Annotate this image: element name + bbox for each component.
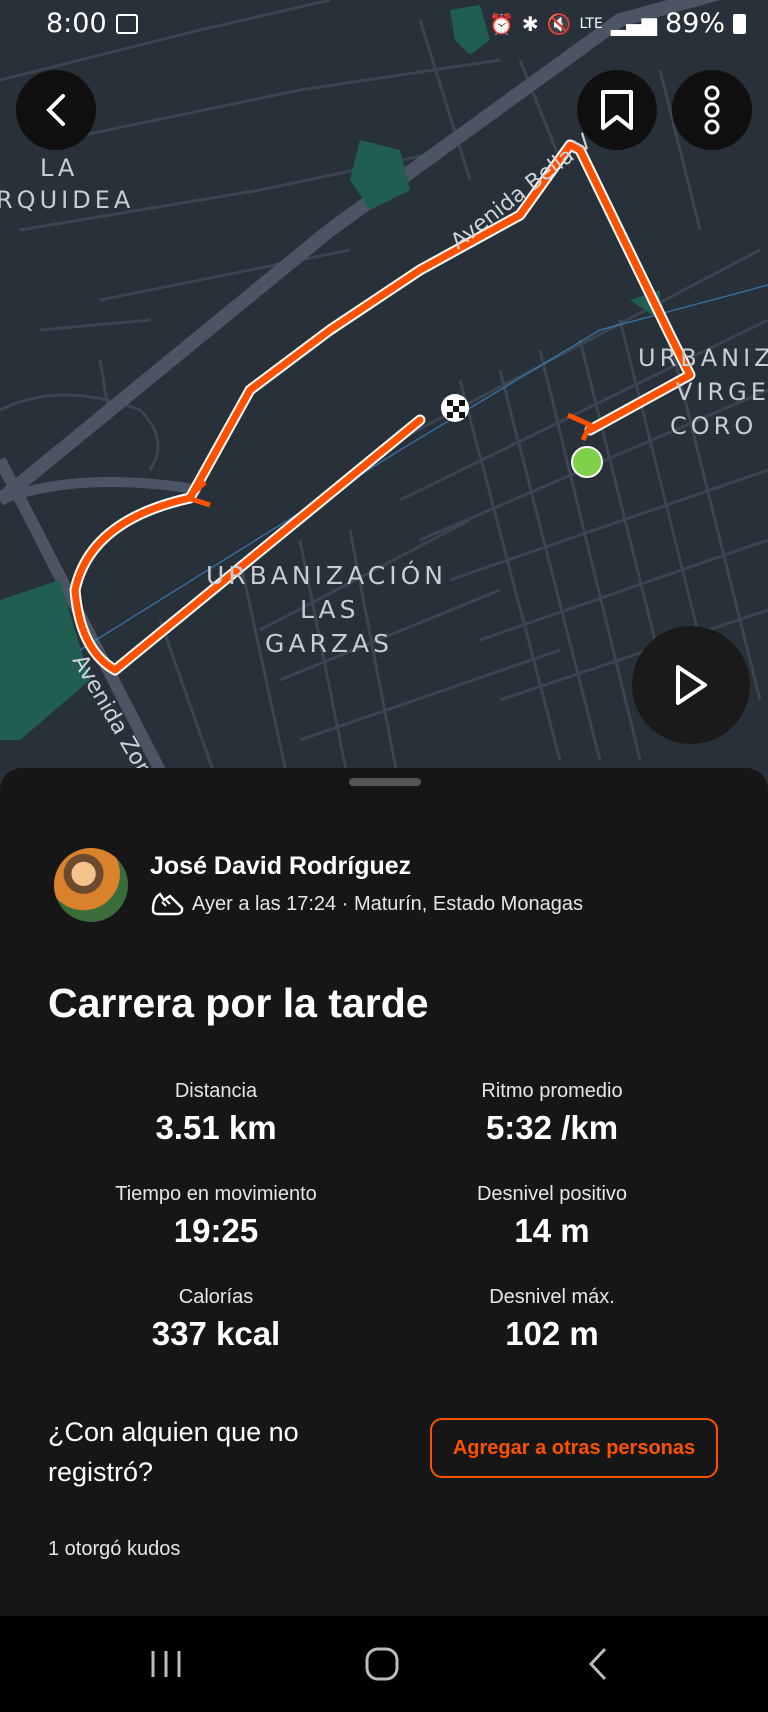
- status-time: 8:00: [46, 8, 107, 39]
- more-options-button[interactable]: [672, 70, 752, 150]
- bookmark-icon: [601, 90, 633, 130]
- activity-meta: Ayer a las 17:24 · Maturín, Estado Monag…: [150, 890, 583, 918]
- map-label-garzas: GARZAS: [265, 629, 393, 658]
- play-flyover-button[interactable]: [632, 626, 750, 744]
- stat-value: 19:25: [173, 1212, 259, 1249]
- battery-percent: 89%: [664, 8, 725, 39]
- map-label-la: LA: [40, 154, 78, 182]
- map-label-virge: VIRGE: [676, 378, 768, 406]
- stat-label: Ritmo promedio: [481, 1080, 623, 1102]
- home-icon: [365, 1647, 399, 1681]
- system-nav-bar: [0, 1616, 768, 1712]
- system-back-button[interactable]: [568, 1636, 628, 1692]
- image-notification-icon: [116, 14, 138, 34]
- kudos-count[interactable]: 1 otorgó kudos: [48, 1538, 180, 1561]
- stat-value: 14 m: [514, 1212, 590, 1249]
- stat-moving-time: Tiempo en movimiento 19:25: [51, 1183, 381, 1250]
- stat-elevation-gain: Desnivel positivo 14 m: [387, 1183, 717, 1250]
- back-icon: [46, 94, 65, 126]
- map-label-avenida-bella: Avenida Bella V: [446, 130, 596, 255]
- activity-sheet: José David Rodríguez Ayer a las 17:24 · …: [0, 768, 768, 1616]
- more-vertical-icon: [704, 85, 720, 135]
- bluetooth-icon: ✱: [521, 11, 539, 36]
- battery-icon: [733, 13, 746, 34]
- alarm-icon: ⏰: [488, 11, 514, 36]
- running-shoe-icon: [151, 892, 184, 916]
- activity-title: Carrera por la tarde: [48, 980, 429, 1026]
- stat-value: 102 m: [505, 1315, 599, 1352]
- stat-value: 337 kcal: [151, 1315, 281, 1352]
- stat-distance: Distancia 3.51 km: [51, 1080, 381, 1147]
- avatar[interactable]: [54, 848, 128, 922]
- activity-meta-text: Ayer a las 17:24 · Maturín, Estado Monag…: [192, 892, 583, 915]
- stat-label: Desnivel positivo: [476, 1183, 628, 1205]
- stat-label: Calorías: [178, 1286, 254, 1308]
- tag-others-prompt: ¿Con alquien que no registró?: [48, 1417, 299, 1487]
- status-bar: 8:00 ⏰ ✱ 🔇 LTE ▂▄▆ 89%: [0, 0, 768, 50]
- stat-label: Desnivel máx.: [489, 1286, 615, 1308]
- stat-pace: Ritmo promedio 5:32 /km: [387, 1080, 717, 1147]
- map-label-urbaniz: URBANIZ: [638, 344, 768, 372]
- lte-icon: LTE: [579, 15, 603, 32]
- add-others-button[interactable]: Agregar a otras personas: [430, 1418, 718, 1478]
- recents-icon: [151, 1651, 181, 1677]
- system-back-icon: [588, 1647, 607, 1681]
- bookmark-button[interactable]: [577, 70, 657, 150]
- stat-value: 3.51 km: [155, 1109, 277, 1146]
- stat-label: Tiempo en movimiento: [115, 1183, 317, 1205]
- map-label-las: LAS: [300, 595, 359, 624]
- map-label-urbanizacion: URBANIZACIÓN: [206, 560, 447, 590]
- map-label-coro: CORO: [670, 412, 757, 440]
- mute-icon: 🔇: [546, 11, 572, 36]
- status-right: ⏰ ✱ 🔇 LTE ▂▄▆ 89%: [489, 8, 746, 39]
- stat-value: 5:32 /km: [485, 1109, 619, 1146]
- signal-icon: ▂▄▆: [610, 11, 657, 36]
- sheet-drag-handle[interactable]: [349, 778, 421, 786]
- map-label-orquidea: RQUIDEA: [0, 186, 134, 214]
- home-button[interactable]: [352, 1636, 412, 1692]
- recents-button[interactable]: [136, 1636, 196, 1692]
- stat-label: Distancia: [174, 1080, 258, 1102]
- back-button[interactable]: [16, 70, 96, 150]
- athlete-name[interactable]: José David Rodríguez: [150, 852, 411, 881]
- stat-calories: Calorías 337 kcal: [51, 1286, 381, 1353]
- play-icon: [676, 665, 707, 705]
- stat-max-elevation: Desnivel máx. 102 m: [387, 1286, 717, 1353]
